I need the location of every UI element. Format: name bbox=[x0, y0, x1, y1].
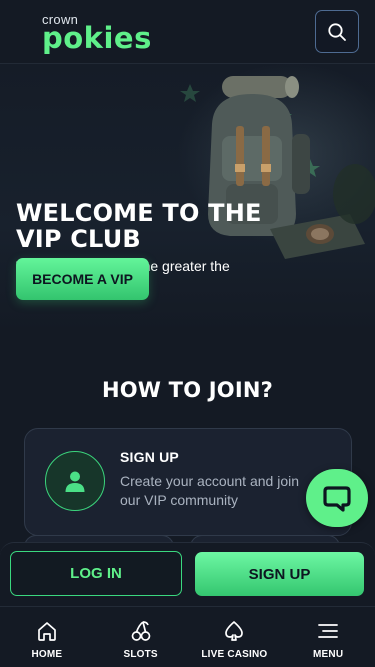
step-card-sign-up: SIGN UP Create your account and join our… bbox=[24, 428, 352, 536]
nav-label-slots: SLOTS bbox=[123, 649, 158, 660]
search-button[interactable] bbox=[315, 10, 359, 53]
nav-label-live-casino: LIVE CASINO bbox=[201, 649, 268, 660]
nav-item-live-casino[interactable]: LIVE CASINO bbox=[188, 607, 282, 667]
nav-label-menu: MENU bbox=[313, 649, 344, 660]
chat-icon bbox=[323, 486, 351, 512]
nav-item-menu[interactable]: MENU bbox=[281, 607, 375, 667]
nav-label-home: HOME bbox=[31, 649, 63, 660]
nav-item-slots[interactable]: SLOTS bbox=[94, 607, 188, 667]
spade-icon bbox=[222, 619, 246, 643]
login-button[interactable]: LOG IN bbox=[10, 551, 182, 596]
top-header: crown pokies bbox=[0, 0, 375, 64]
signup-button[interactable]: SIGN UP bbox=[195, 552, 364, 596]
live-chat-button[interactable] bbox=[306, 469, 368, 527]
user-icon bbox=[45, 451, 105, 511]
how-to-join-title: HOW TO JOIN? bbox=[101, 378, 274, 402]
become-vip-button[interactable]: BECOME A VIP bbox=[16, 258, 149, 300]
logo-pokies-text: pokies bbox=[42, 21, 152, 55]
cherries-icon bbox=[129, 619, 153, 643]
search-icon bbox=[328, 22, 346, 41]
bottom-navigation: HOME SLOTS LIVE CASINO MENU bbox=[0, 606, 375, 667]
nav-item-home[interactable]: HOME bbox=[0, 607, 94, 667]
hero-title: WELCOME TO THE VIP CLUB bbox=[16, 199, 262, 253]
crownpokies-logo[interactable]: crown pokies bbox=[42, 12, 162, 55]
menu-icon bbox=[316, 619, 340, 643]
step-title: SIGN UP bbox=[120, 449, 179, 465]
auth-bar: LOG IN SIGN UP bbox=[0, 542, 375, 606]
step-description: Create your account and join our VIP com… bbox=[120, 473, 299, 508]
home-icon bbox=[35, 619, 59, 643]
